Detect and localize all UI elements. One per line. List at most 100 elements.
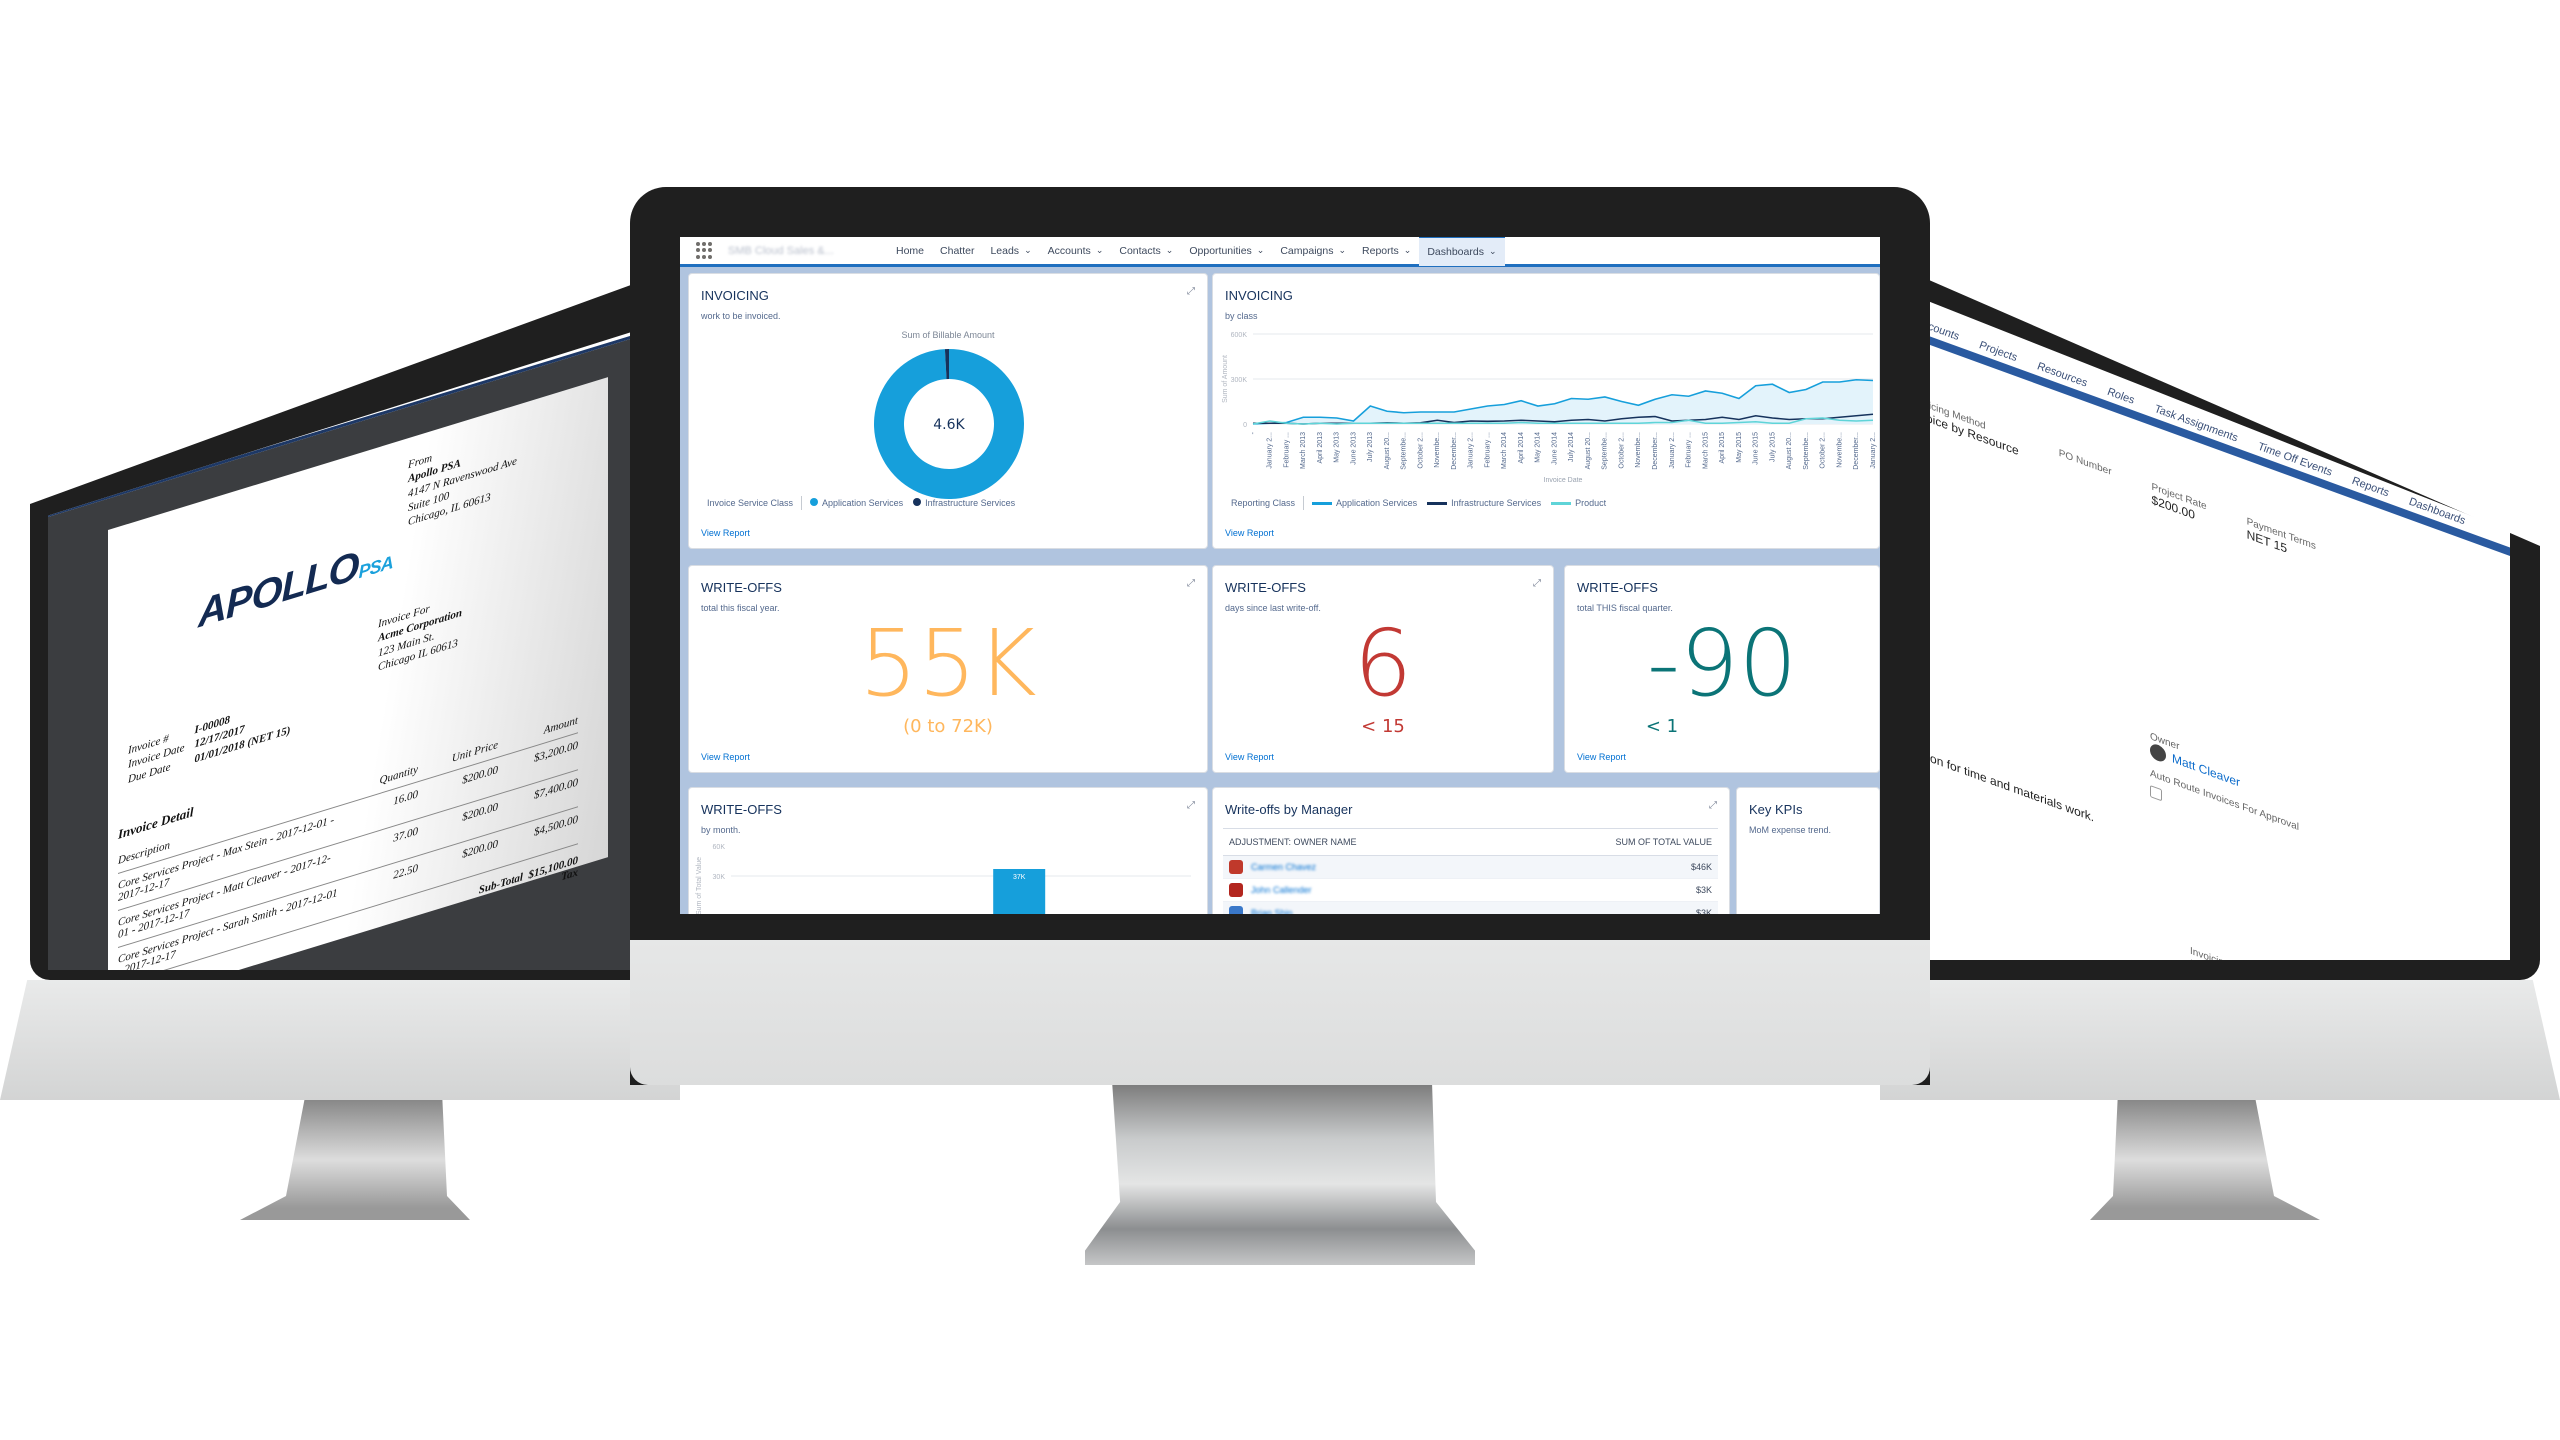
from-address: Apollo PSA 4147 N Ravenswood Ave Suite 100…: [408, 439, 517, 529]
invoicing-donut-tile: INVOICING work to be invoiced. ⤢ Sum of …: [688, 273, 1208, 549]
invoice-meta-labels: Invoice # Invoice Date Due Date: [128, 727, 185, 787]
legend-swatch: [1551, 502, 1572, 506]
nav-item-dashboards[interactable]: Dashboards ⌄: [1419, 237, 1505, 266]
x-tick-label: -: [1250, 431, 1257, 434]
x-tick-label: August 20...: [1585, 432, 1592, 469]
nav-item-chatter[interactable]: Chatter: [932, 237, 982, 266]
expand-icon[interactable]: ⤢: [1709, 800, 1717, 811]
right-nav-item[interactable]: Roles: [2106, 386, 2137, 407]
legend-swatch: [1312, 502, 1333, 506]
legend-item[interactable]: Infrastructure Services: [913, 498, 1015, 508]
right-nav-item[interactable]: Projects: [1977, 339, 2018, 364]
right-nav-item[interactable]: Time Off Events: [2256, 441, 2334, 479]
right-monitor-stand: [2090, 1100, 2320, 1220]
avatar: [1229, 906, 1243, 914]
x-tick-label: Septembe...: [1401, 432, 1408, 470]
expand-icon[interactable]: ⤢: [1187, 800, 1195, 811]
app-launcher-icon[interactable]: [696, 241, 714, 260]
chevron-down-icon[interactable]: ⌄: [1489, 246, 1497, 257]
x-tick-label: July 2013: [1367, 432, 1374, 462]
invoice-for-block: Invoice For Acme Corporation 123 Main St.…: [378, 592, 462, 675]
writeoffs-bar-chart: 30K 60K Sum of Total Value 37K: [696, 844, 1191, 914]
legend-swatch: [1427, 502, 1448, 506]
legend-item[interactable]: Product: [1551, 498, 1606, 508]
record-header-fields: Invoicing Method Invoice by Resource PO Nu…: [1910, 394, 2316, 567]
nav-item-campaigns[interactable]: Campaigns ⌄: [1272, 237, 1354, 266]
nav-item-contacts[interactable]: Contacts ⌄: [1111, 237, 1181, 266]
x-tick-label: June 2013: [1350, 432, 1357, 465]
right-monitor-screen: Accounts Projects Resources Roles Task Assig…: [1900, 290, 2510, 960]
dashboard-screen: SMB Cloud Sales &... Home Chatter Leads ⌄ Ac…: [680, 237, 1880, 914]
legend-title: Invoice Service Class: [707, 498, 794, 508]
right-nav-item[interactable]: Resources: [2035, 360, 2089, 389]
expand-icon[interactable]: ⤢: [1187, 286, 1195, 297]
nav-item-leads[interactable]: Leads ⌄: [982, 237, 1039, 266]
manager-name-link[interactable]: John Callender: [1251, 885, 1312, 895]
x-tick-label: March 2015: [1702, 432, 1709, 469]
invoicing-area-chart: 0 300K 600K Sum of Amount - January 2... Febru…: [1222, 332, 1877, 484]
manager-name-link[interactable]: Brian Shin: [1251, 908, 1293, 914]
expand-icon[interactable]: ⤢: [1187, 578, 1195, 589]
invoicing-line-tile: INVOICING by class 0 300K 600K Sum of Amoun…: [1212, 273, 1880, 549]
legend-item[interactable]: Application Services: [810, 498, 903, 508]
apollo-psa-logo: APOLLOPSA: [198, 543, 393, 637]
center-monitor-chin: [630, 940, 1930, 1085]
record-field: Project Rate $200.00: [2152, 482, 2207, 527]
nav-item-label: Chatter: [940, 244, 975, 257]
tile-title: WRITE-OFFS: [1577, 580, 1658, 595]
x-tick-label: Septembe...: [1803, 432, 1810, 470]
chevron-down-icon[interactable]: ⌄: [1096, 245, 1104, 256]
chevron-down-icon[interactable]: ⌄: [1404, 245, 1412, 256]
key-kpis-tile: Key KPIs MoM expense trend.: [1736, 787, 1880, 914]
legend-swatch: [913, 498, 922, 506]
nav-item-home[interactable]: Home: [888, 237, 932, 266]
nav-item-opportunities[interactable]: Opportunities ⌄: [1181, 237, 1272, 266]
x-tick-label: August 20...: [1384, 432, 1391, 469]
writeoffs-days-tile: WRITE-OFFS days since last write-off. ⤢ …: [1212, 565, 1554, 773]
legend-item[interactable]: Infrastructure Services: [1427, 498, 1541, 508]
chevron-down-icon[interactable]: ⌄: [1024, 245, 1032, 256]
manager-table-header: ADJUSTMENT: OWNER NAME SUM OF TOTAL VALU…: [1223, 828, 1718, 856]
view-report-link[interactable]: View Report: [1577, 752, 1626, 762]
legend-title: Reporting Class: [1231, 498, 1296, 508]
manager-name-link[interactable]: Carmen Chavez: [1251, 862, 1316, 872]
legend-label: Infrastructure Services: [1451, 498, 1542, 508]
legend-label: Infrastructure Services: [925, 498, 1016, 508]
tile-title: Write-offs by Manager: [1225, 802, 1353, 817]
right-nav-item[interactable]: Dashboards: [2407, 496, 2467, 528]
chevron-down-icon[interactable]: ⌄: [1166, 245, 1174, 256]
y-tick-label: 0: [1243, 422, 1247, 429]
invoice-meta: Invoice # Invoice Date Due Date I-00008 12/…: [128, 694, 290, 787]
tile-title: INVOICING: [1225, 288, 1293, 303]
chevron-down-icon[interactable]: ⌄: [1338, 245, 1346, 256]
owner-field: Owner Matt Cleaver Auto Route Invoices F…: [2150, 730, 2299, 834]
manager-row: Carmen Chavez $46K: [1223, 856, 1718, 879]
x-tick-label: May 2015: [1736, 432, 1743, 463]
x-tick-label: August 20...: [1786, 432, 1793, 469]
view-report-link[interactable]: View Report: [1225, 752, 1274, 762]
x-tick-label: July 2015: [1769, 432, 1776, 462]
x-tick-label: Septembe...: [1602, 432, 1609, 470]
legend-swatch: [810, 498, 819, 506]
legend-label: Application Services: [822, 498, 904, 508]
manager-table: ADJUSTMENT: OWNER NAME SUM OF TOTAL VALU…: [1223, 828, 1718, 914]
nav-item-accounts[interactable]: Accounts ⌄: [1040, 237, 1112, 266]
y-tick-label: 300K: [1231, 377, 1248, 384]
x-tick-label: June 2015: [1753, 432, 1760, 465]
donut-legend: Invoice Service Class Application Servic…: [707, 496, 1015, 510]
view-report-link[interactable]: View Report: [701, 528, 750, 538]
nav-item-label: Dashboards: [1427, 245, 1484, 258]
x-tick-label: March 2014: [1501, 432, 1508, 469]
auto-route-checkbox[interactable]: [2150, 784, 2162, 802]
legend-item[interactable]: Application Services: [1312, 498, 1417, 508]
view-report-link[interactable]: View Report: [701, 752, 750, 762]
manager-row: Brian Shin $3K: [1223, 902, 1718, 914]
chevron-down-icon[interactable]: ⌄: [1257, 245, 1265, 256]
nav-item-reports[interactable]: Reports ⌄: [1354, 237, 1419, 266]
writeoffs-year-tile: WRITE-OFFS total this fiscal year. ⤢ 55K…: [688, 565, 1208, 773]
field-label: Invoicing Method: [2190, 946, 2299, 960]
right-nav-item[interactable]: Task Assignments: [2153, 403, 2240, 444]
view-report-link[interactable]: View Report: [1225, 528, 1274, 538]
x-tick-label: February ...: [1484, 432, 1491, 468]
expand-icon[interactable]: ⤢: [1533, 578, 1541, 589]
